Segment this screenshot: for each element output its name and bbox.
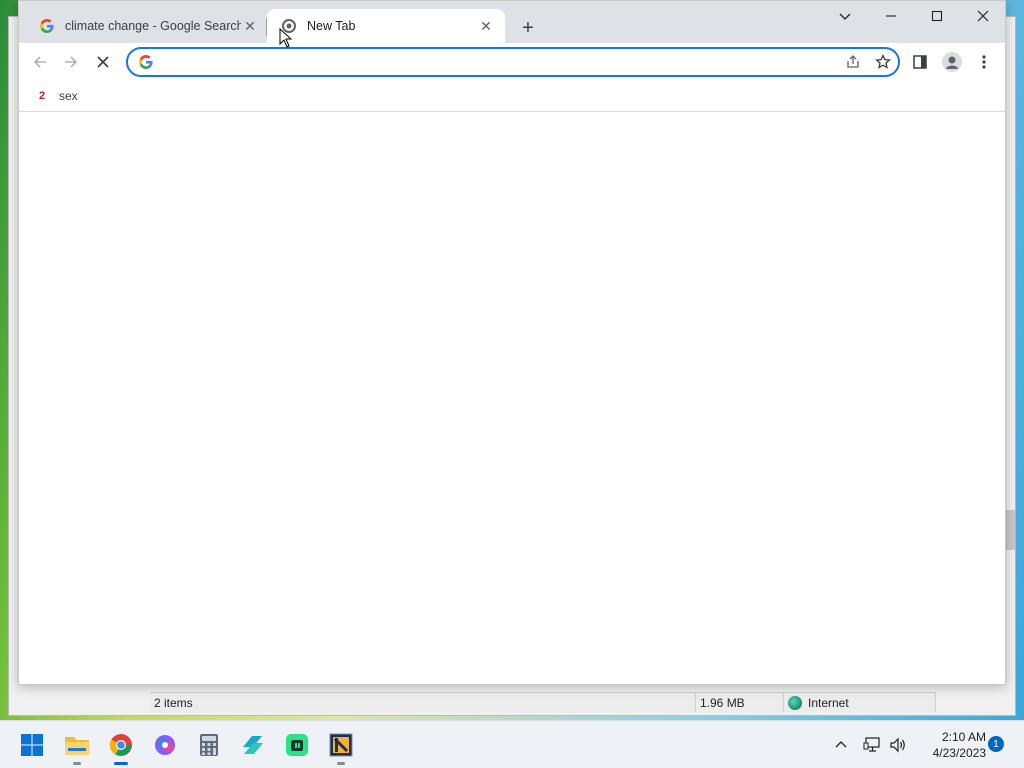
bookmark-item[interactable]: 2 sex bbox=[29, 86, 84, 106]
side-panel-icon[interactable] bbox=[905, 47, 935, 77]
mouse-cursor-icon bbox=[279, 28, 293, 48]
running-indicator bbox=[337, 762, 345, 765]
tab-search-chevron-icon[interactable] bbox=[822, 1, 868, 31]
close-window-icon[interactable] bbox=[960, 1, 1006, 31]
network-icon[interactable] bbox=[860, 721, 884, 768]
profile-avatar-icon[interactable] bbox=[937, 47, 967, 77]
tab-new-tab[interactable]: New Tab ✕ bbox=[267, 9, 505, 43]
explorer-scrollbar-thumb[interactable] bbox=[1006, 510, 1015, 550]
globe-icon bbox=[788, 695, 802, 710]
running-indicator bbox=[73, 762, 81, 765]
tab-label: climate change - Google Search bbox=[65, 19, 241, 33]
bookmarks-bar: 2 sex bbox=[19, 81, 1005, 112]
page-content[interactable] bbox=[19, 112, 1005, 684]
app-icon[interactable] bbox=[237, 729, 269, 761]
share-icon[interactable] bbox=[838, 49, 868, 75]
stop-loading-icon[interactable] bbox=[88, 47, 118, 77]
system-clock[interactable]: 2:10 AM 4/23/2023 bbox=[914, 729, 986, 761]
copilot-icon[interactable] bbox=[149, 729, 181, 761]
clock-date: 4/23/2023 bbox=[932, 746, 986, 760]
bookmark-favicon: 2 bbox=[38, 90, 46, 102]
app-icon[interactable] bbox=[325, 729, 357, 765]
status-item-count: 2 items bbox=[150, 693, 696, 712]
status-zone-label: Internet bbox=[808, 695, 849, 710]
avatar bbox=[942, 52, 962, 72]
tab-strip: climate change - Google Search ✕ New Tab… bbox=[19, 1, 1005, 43]
back-arrow-icon[interactable] bbox=[25, 47, 55, 77]
calculator-icon[interactable] bbox=[193, 729, 225, 761]
browser-toolbar bbox=[19, 43, 1005, 81]
notification-badge[interactable]: 1 bbox=[988, 736, 1004, 752]
tab-close-icon[interactable]: ✕ bbox=[241, 17, 259, 35]
google-g-icon bbox=[39, 18, 55, 34]
volume-icon[interactable] bbox=[886, 721, 910, 768]
forward-arrow-icon[interactable] bbox=[56, 47, 86, 77]
clock-time: 2:10 AM bbox=[941, 730, 986, 744]
more-menu-icon[interactable] bbox=[969, 47, 999, 77]
tab-label: New Tab bbox=[307, 19, 356, 33]
start-icon[interactable] bbox=[16, 729, 48, 761]
tab-close-icon[interactable]: ✕ bbox=[477, 17, 495, 35]
address-bar[interactable] bbox=[126, 47, 900, 77]
status-zone: Internet bbox=[784, 693, 936, 712]
new-tab-button[interactable]: + bbox=[515, 15, 541, 41]
taskbar: 2:10 AM 4/23/2023 bbox=[0, 720, 1024, 768]
google-g-icon bbox=[138, 54, 154, 70]
running-indicator bbox=[114, 762, 128, 765]
explorer-status-bar: 2 items 1.96 MB Internet bbox=[150, 692, 936, 712]
tab-climate-change[interactable]: climate change - Google Search ✕ bbox=[25, 9, 269, 43]
status-size: 1.96 MB bbox=[696, 693, 784, 712]
show-hidden-icons-chevron-icon[interactable] bbox=[828, 721, 854, 768]
chrome-icon[interactable] bbox=[105, 729, 137, 765]
address-input[interactable] bbox=[164, 49, 838, 75]
maximize-icon[interactable] bbox=[914, 1, 960, 31]
app-icon[interactable] bbox=[281, 729, 313, 761]
minimize-icon[interactable] bbox=[868, 1, 914, 31]
bookmark-star-icon[interactable] bbox=[868, 49, 898, 75]
bookmark-label: sex bbox=[59, 89, 78, 103]
chrome-window: climate change - Google Search ✕ New Tab… bbox=[18, 0, 1006, 685]
file-explorer-icon[interactable] bbox=[61, 729, 93, 765]
